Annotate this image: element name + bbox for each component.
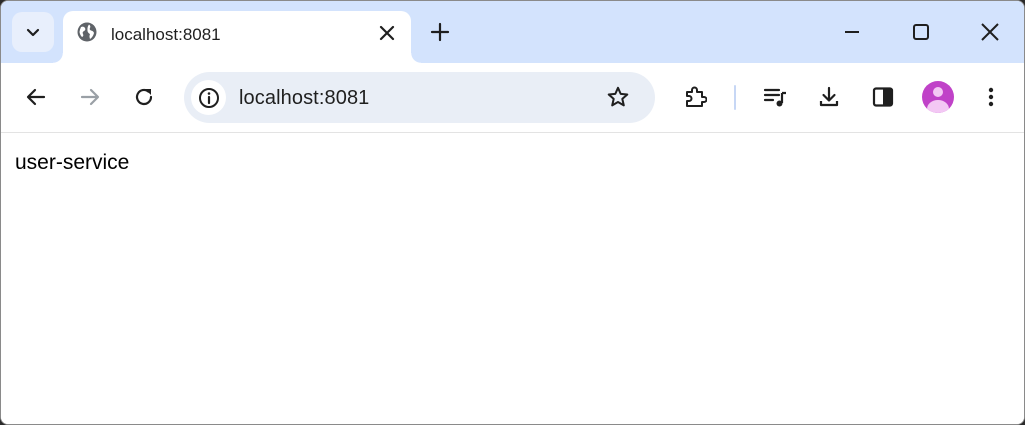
reading-list-icon[interactable] xyxy=(763,85,787,109)
site-info-button[interactable] xyxy=(191,80,226,115)
side-panel-icon[interactable] xyxy=(871,85,895,109)
tab-title: localhost:8081 xyxy=(111,25,221,44)
globe-icon xyxy=(77,22,97,42)
close-icon[interactable] xyxy=(979,21,1001,43)
toolbar: localhost:8081 xyxy=(1,63,1024,133)
forward-icon[interactable] xyxy=(78,85,102,109)
reload-icon[interactable] xyxy=(132,85,156,109)
new-tab-icon[interactable] xyxy=(430,22,450,42)
toolbar-separator xyxy=(734,85,736,110)
star-icon[interactable] xyxy=(606,85,630,109)
url-text[interactable]: localhost:8081 xyxy=(239,87,369,110)
maximize-icon[interactable] xyxy=(910,21,932,43)
chevron-down-icon xyxy=(26,28,40,37)
page-body-text: user-service xyxy=(15,151,130,174)
download-icon[interactable] xyxy=(817,85,841,109)
more-vert-icon[interactable] xyxy=(979,85,1003,109)
avatar-body xyxy=(927,100,949,113)
avatar-head xyxy=(933,87,943,97)
page-content: user-service xyxy=(1,133,1024,424)
omnibox[interactable]: localhost:8081 xyxy=(184,72,655,123)
minimize-icon[interactable] xyxy=(841,21,863,43)
info-icon xyxy=(198,87,219,108)
browser-window: localhost:8081 localhost:8081 user-servi… xyxy=(0,0,1025,425)
tab-search-button[interactable] xyxy=(12,12,54,52)
back-icon[interactable] xyxy=(24,85,48,109)
close-tab-icon[interactable] xyxy=(377,23,397,43)
tab-strip: localhost:8081 xyxy=(1,1,1024,63)
avatar[interactable] xyxy=(922,81,954,113)
extensions-icon[interactable] xyxy=(683,85,707,109)
tab-active[interactable]: localhost:8081 xyxy=(53,11,421,63)
